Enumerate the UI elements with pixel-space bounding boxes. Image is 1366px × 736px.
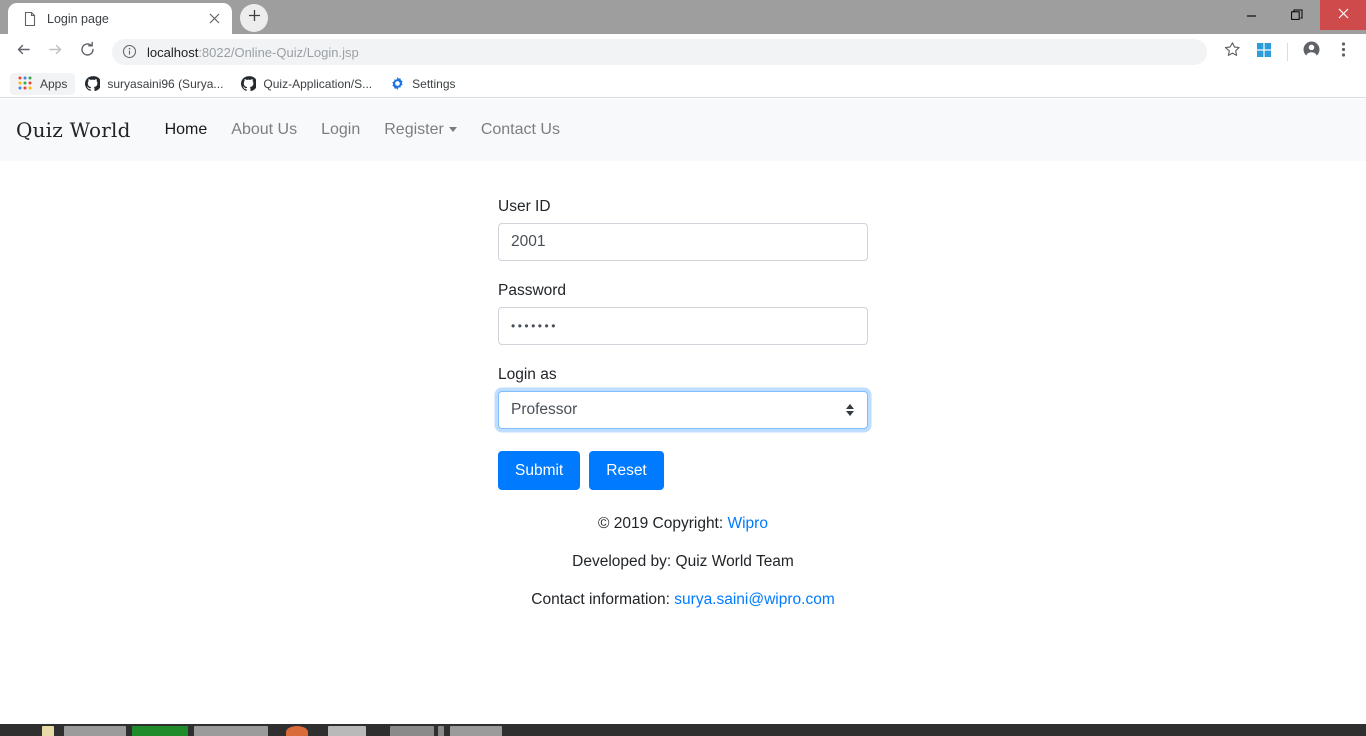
bookmark-label: Settings [412, 76, 456, 91]
contact-email-link[interactable]: surya.saini@wipro.com [674, 591, 834, 608]
windows-extension-button[interactable] [1249, 37, 1279, 67]
github-icon [241, 75, 258, 92]
forward-button[interactable] [40, 37, 70, 67]
userid-value: 2001 [511, 233, 546, 250]
loginas-value: Professor [511, 401, 578, 418]
profile-button[interactable] [1296, 37, 1326, 67]
star-icon [1224, 41, 1241, 63]
bookmark-apps[interactable]: Apps [10, 72, 76, 95]
reload-button[interactable] [72, 37, 102, 67]
nav-link-home[interactable]: Home [153, 113, 220, 147]
bookmark-label: suryasaini96 (Surya... [107, 76, 224, 91]
userid-group: User ID 2001 [498, 198, 868, 261]
browser-toolbar: localhost:8022/Online-Quiz/Login.jsp [0, 34, 1366, 70]
contact-line: Contact information: surya.saini@wipro.c… [498, 591, 868, 609]
password-group: Password ••••••• [498, 282, 868, 345]
nav-link-label: Login [321, 121, 361, 138]
bookmark-settings[interactable]: Settings [382, 73, 463, 95]
page-footer: © 2019 Copyright: Wipro Developed by: Qu… [498, 515, 868, 609]
minimize-icon[interactable] [1228, 0, 1274, 30]
nav-link-about-us[interactable]: About Us [219, 113, 309, 147]
loginas-select[interactable]: Professor [498, 391, 868, 429]
submit-button[interactable]: Submit [498, 451, 581, 491]
bookmark-quiz-application[interactable]: Quiz-Application/S... [233, 73, 380, 95]
loginas-label: Login as [498, 366, 557, 383]
navbar-links: Home About Us Login Register Contact Us [153, 113, 572, 147]
site-navbar: Quiz World Home About Us Login Register … [0, 99, 1366, 161]
password-input[interactable]: ••••••• [498, 307, 868, 345]
back-button[interactable] [8, 37, 38, 67]
url-path: :8022/Online-Quiz/Login.jsp [198, 44, 359, 60]
address-bar[interactable]: localhost:8022/Online-Quiz/Login.jsp [112, 39, 1207, 65]
nav-link-label: Home [164, 121, 208, 138]
restore-icon[interactable] [1274, 0, 1320, 30]
plus-icon [248, 9, 261, 27]
wipro-link[interactable]: Wipro [727, 515, 767, 532]
page-container: User ID 2001 Password ••••••• Login as P… [0, 161, 1366, 609]
bookmark-star-button[interactable] [1217, 37, 1247, 67]
url-host: localhost [147, 44, 199, 60]
userid-label: User ID [498, 198, 551, 215]
new-tab-button[interactable] [240, 4, 268, 32]
browser-window: Login page localhost:8022/Online-Quiz/Lo… [0, 0, 1366, 736]
copyright-line: © 2019 Copyright: Wipro [498, 515, 868, 533]
contact-text: Contact information: [531, 591, 675, 609]
page-viewport: Quiz World Home About Us Login Register … [0, 99, 1366, 724]
nav-link-login[interactable]: Login [309, 113, 372, 147]
form-buttons: Submit Reset [498, 451, 868, 491]
bookmark-label: Quiz-Application/S... [263, 76, 373, 91]
window-close-button[interactable] [1320, 0, 1366, 30]
reset-button[interactable]: Reset [589, 451, 664, 491]
bookmark-label: Apps [40, 76, 68, 91]
bookmarks-bar: Apps suryasaini96 (Surya... Quiz-Applica… [0, 70, 1366, 98]
info-circle-icon[interactable] [122, 44, 138, 60]
document-icon [22, 11, 38, 27]
address-bar-url: localhost:8022/Online-Quiz/Login.jsp [147, 45, 359, 60]
arrow-right-icon [47, 41, 64, 63]
os-taskbar [0, 724, 1366, 736]
userid-input[interactable]: 2001 [498, 223, 868, 261]
toolbar-divider [1287, 43, 1288, 61]
toolbar-right-actions [1217, 37, 1358, 67]
github-icon [85, 75, 102, 92]
gear-icon [390, 76, 406, 92]
tab-title: Login page [47, 11, 109, 26]
browser-menu-button[interactable] [1328, 37, 1358, 67]
nav-link-label: Contact Us [480, 121, 560, 138]
close-icon[interactable] [204, 9, 224, 29]
developed-by-line: Developed by: Quiz World Team [572, 553, 794, 571]
bookmark-suryasaini96[interactable]: suryasaini96 (Surya... [77, 73, 231, 95]
windows-logo-icon [1256, 42, 1272, 63]
close-icon [1338, 6, 1349, 24]
site-brand[interactable]: Quiz World [16, 118, 131, 142]
nav-link-register[interactable]: Register [372, 113, 469, 147]
arrow-left-icon [15, 41, 32, 63]
account-circle-icon [1302, 40, 1321, 64]
three-dot-menu-icon [1341, 41, 1346, 63]
loginas-select-wrapper: Professor [498, 391, 868, 429]
password-value: ••••••• [511, 319, 558, 333]
login-form: User ID 2001 Password ••••••• Login as P… [498, 198, 868, 609]
copyright-text: © 2019 Copyright: [598, 515, 728, 533]
nav-link-contact-us[interactable]: Contact Us [469, 113, 572, 147]
chevron-down-icon [448, 127, 457, 132]
nav-link-label: About Us [231, 121, 298, 138]
password-label: Password [498, 282, 567, 299]
tab-strip: Login page [0, 0, 1366, 34]
reload-icon [79, 41, 96, 63]
window-controls [1228, 0, 1366, 30]
browser-tab[interactable]: Login page [8, 3, 232, 34]
loginas-group: Login as Professor [498, 366, 868, 429]
apps-grid-icon [18, 76, 34, 92]
nav-link-label: Register [384, 121, 444, 138]
